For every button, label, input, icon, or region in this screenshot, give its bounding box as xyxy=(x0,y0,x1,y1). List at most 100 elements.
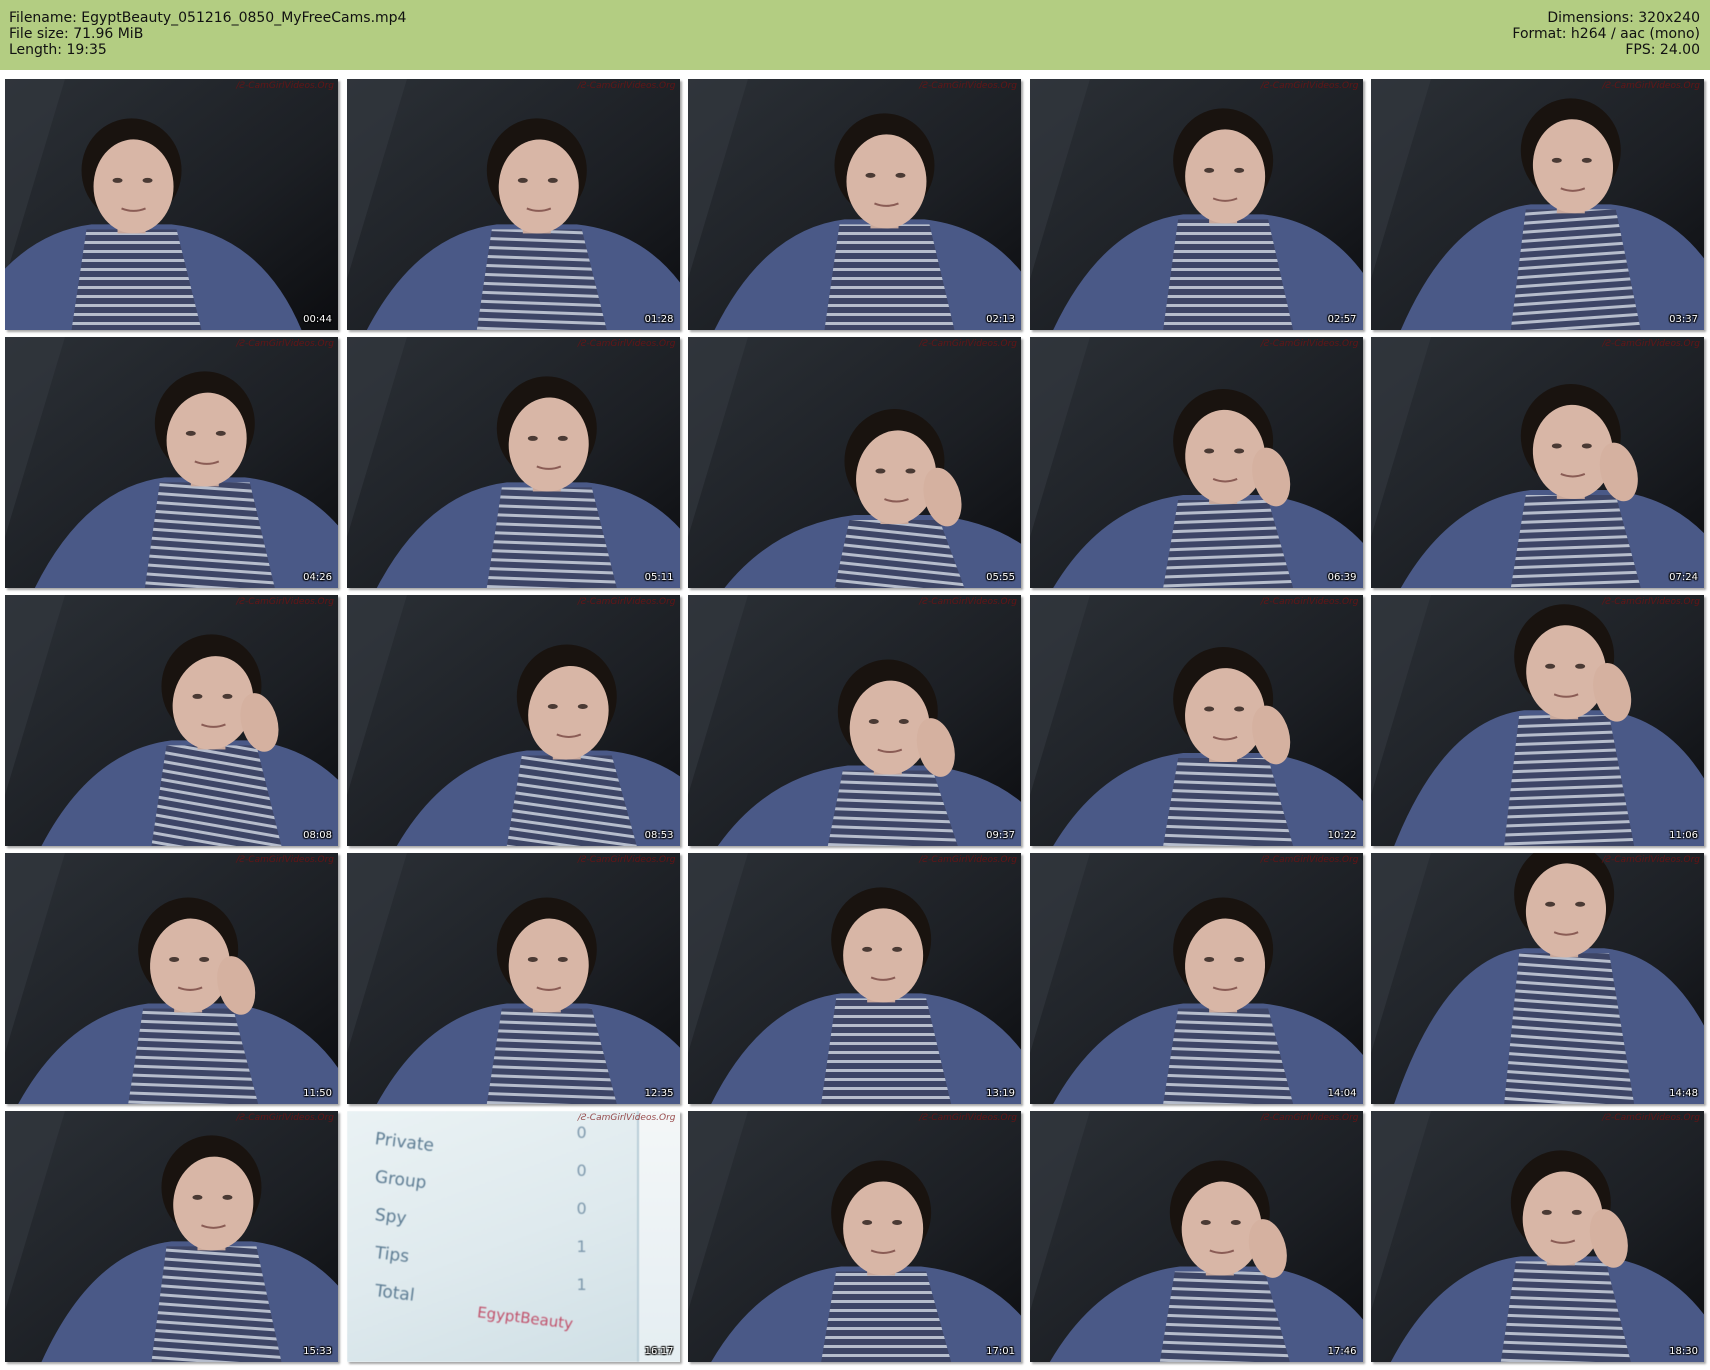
watermark-text: /Ƨ-CamGirlVideos.Org xyxy=(1260,339,1359,349)
timestamp-label: 02:13 xyxy=(986,314,1015,325)
screen-side-panel xyxy=(636,1111,680,1362)
thumbnail-frame[interactable]: /Ƨ-CamGirlVideos.Org 06:39 xyxy=(1029,337,1363,588)
webcam-frame-image xyxy=(1371,853,1704,1104)
timestamp-label: 08:53 xyxy=(644,830,674,841)
webcam-frame-image xyxy=(5,337,338,588)
webcam-frame-image xyxy=(346,853,680,1104)
timestamp-label: 03:37 xyxy=(1669,314,1698,325)
stream-info: Dimensions: 320x240 Format: h264 / aac (… xyxy=(1512,10,1700,58)
watermark-text: /Ƨ-CamGirlVideos.Org xyxy=(1602,855,1700,865)
thumbnail-frame[interactable]: /Ƨ-CamGirlVideos.Org 05:11 xyxy=(346,337,680,588)
webcam-frame-image xyxy=(1371,337,1704,588)
webcam-frame-image xyxy=(688,853,1021,1104)
watermark-text: /Ƨ-CamGirlVideos.Org xyxy=(1602,81,1700,91)
watermark-text: /Ƨ-CamGirlVideos.Org xyxy=(236,81,334,91)
timestamp-label: 08:08 xyxy=(303,830,332,841)
timestamp-label: 18:30 xyxy=(1669,1346,1698,1357)
filesize-text: File size: 71.96 MiB xyxy=(9,26,144,42)
timestamp-label: 09:37 xyxy=(986,830,1015,841)
thumbnail-grid: /Ƨ-CamGirlVideos.Org 00:44/Ƨ-CamGirlVideo… xyxy=(5,79,1705,1364)
timestamp-label: 01:28 xyxy=(644,314,674,325)
thumbnail-frame[interactable]: /Ƨ-CamGirlVideos.Org 08:08 xyxy=(5,595,338,846)
timestamp-label: 12:35 xyxy=(644,1088,674,1099)
watermark-text: /Ƨ-CamGirlVideos.Org xyxy=(236,855,334,865)
timestamp-label: 02:57 xyxy=(1327,314,1357,325)
timestamp-label: 00:44 xyxy=(303,314,332,325)
thumbnail-frame[interactable]: /Ƨ-CamGirlVideos.Org 03:37 xyxy=(1371,79,1704,330)
watermark-text: /Ƨ-CamGirlVideos.Org xyxy=(236,339,334,349)
webcam-frame-image xyxy=(5,79,338,330)
thumbnail-frame[interactable]: /Ƨ-CamGirlVideos.Org 05:55 xyxy=(688,337,1021,588)
thumbnail-frame[interactable]: /Ƨ-CamGirlVideos.Org 12:35 xyxy=(346,853,680,1104)
watermark-text: /Ƨ-CamGirlVideos.Org xyxy=(919,597,1017,607)
webcam-frame-image xyxy=(346,79,680,330)
thumbnail-frame[interactable]: /Ƨ-CamGirlVideos.Org 02:57 xyxy=(1029,79,1363,330)
thumbnail-frame[interactable]: /Ƨ-CamGirlVideos.Org 17:01 xyxy=(688,1111,1021,1362)
screen-row-label: Total xyxy=(373,1281,416,1306)
webcam-frame-image xyxy=(1029,337,1363,588)
screen-row-label: Group xyxy=(373,1167,428,1194)
fps-text: FPS: 24.00 xyxy=(1625,42,1700,58)
screen-row-label: Tips xyxy=(373,1243,410,1268)
webcam-frame-image xyxy=(1029,595,1363,846)
timestamp-label: 15:33 xyxy=(303,1346,332,1357)
watermark-text: /Ƨ-CamGirlVideos.Org xyxy=(1260,855,1359,865)
timestamp-label: 14:48 xyxy=(1669,1088,1698,1099)
timestamp-label: 13:19 xyxy=(986,1088,1015,1099)
webcam-frame-image xyxy=(688,79,1021,330)
length-text: Length: 19:35 xyxy=(9,42,107,58)
thumbnail-frame[interactable]: /Ƨ-CamGirlVideos.Org 07:24 xyxy=(1371,337,1704,588)
watermark-text: /Ƨ-CamGirlVideos.Org xyxy=(1602,597,1700,607)
timestamp-label: 10:22 xyxy=(1327,830,1357,841)
thumbnail-frame[interactable]: /Ƨ-CamGirlVideos.Org 13:19 xyxy=(688,853,1021,1104)
screen-row-count: 1 xyxy=(576,1275,587,1294)
watermark-text: /Ƨ-CamGirlVideos.Org xyxy=(1602,1113,1700,1123)
timestamp-label: 16:17 xyxy=(644,1346,674,1357)
contact-sheet-header: Filename: EgyptBeauty_051216_0850_MyFree… xyxy=(0,0,1710,70)
thumbnail-frame[interactable]: /Ƨ-CamGirlVideos.Org 00:44 xyxy=(5,79,338,330)
thumbnail-frame[interactable]: /Ƨ-CamGirlVideos.Org 17:46 xyxy=(1029,1111,1363,1362)
webcam-frame-image xyxy=(5,1111,338,1362)
screen-row-count: 0 xyxy=(576,1123,587,1142)
thumbnail-frame[interactable]: /Ƨ-CamGirlVideos.Org 14:04 xyxy=(1029,853,1363,1104)
watermark-text: /Ƨ-CamGirlVideos.Org xyxy=(1260,81,1359,91)
thumbnail-frame[interactable]: /Ƨ-CamGirlVideos.Org 02:13 xyxy=(688,79,1021,330)
thumbnail-frame[interactable]: /Ƨ-CamGirlVideos.Org 11:50 xyxy=(5,853,338,1104)
watermark-text: /Ƨ-CamGirlVideos.Org xyxy=(1260,597,1359,607)
watermark-text: /Ƨ-CamGirlVideos.Org xyxy=(577,339,676,349)
timestamp-label: 14:04 xyxy=(1327,1088,1357,1099)
watermark-text: /Ƨ-CamGirlVideos.Org xyxy=(577,597,676,607)
thumbnail-frame[interactable]: /Ƨ-CamGirlVideos.Org 14:48 xyxy=(1371,853,1704,1104)
screen-row-label: Spy xyxy=(373,1205,408,1229)
watermark-text: /Ƨ-CamGirlVideos.Org xyxy=(577,81,676,91)
webcam-frame-image xyxy=(5,853,338,1104)
watermark-text: /Ƨ-CamGirlVideos.Org xyxy=(1602,339,1700,349)
watermark-text: /Ƨ-CamGirlVideos.Org xyxy=(919,339,1017,349)
thumbnail-frame[interactable]: /Ƨ-CamGirlVideos.Org 10:22 xyxy=(1029,595,1363,846)
webcam-frame-image xyxy=(1371,79,1704,330)
thumbnail-frame[interactable]: /Ƨ-CamGirlVideos.Org 09:37 xyxy=(688,595,1021,846)
screen-row-count: 0 xyxy=(576,1199,587,1218)
watermark-text: /Ƨ-CamGirlVideos.Org xyxy=(919,1113,1017,1123)
thumbnail-frame[interactable]: /Ƨ-CamGirlVideos.Org 11:06 xyxy=(1371,595,1704,846)
watermark-text: /Ƨ-CamGirlVideos.Org xyxy=(1260,1113,1359,1123)
watermark-text: /Ƨ-CamGirlVideos.Org xyxy=(577,855,676,865)
thumbnail-frame[interactable]: Private 0 Group 0 Spy 0 Tips 1 Total 1 EgyptBeauty… xyxy=(346,1111,680,1362)
timestamp-label: 11:06 xyxy=(1669,830,1698,841)
dimensions-text: Dimensions: 320x240 xyxy=(1547,10,1700,26)
webcam-frame-image xyxy=(1371,1111,1704,1362)
screen-username: EgyptBeauty xyxy=(475,1303,574,1333)
screen-row-label: Private xyxy=(373,1129,435,1157)
thumbnail-frame[interactable]: /Ƨ-CamGirlVideos.Org 15:33 xyxy=(5,1111,338,1362)
webcam-frame-image xyxy=(1029,1111,1363,1362)
timestamp-label: 06:39 xyxy=(1327,572,1357,583)
thumbnail-frame[interactable]: /Ƨ-CamGirlVideos.Org 01:28 xyxy=(346,79,680,330)
watermark-text: /Ƨ-CamGirlVideos.Org xyxy=(919,81,1017,91)
thumbnail-frame[interactable]: /Ƨ-CamGirlVideos.Org 08:53 xyxy=(346,595,680,846)
thumbnail-frame[interactable]: /Ƨ-CamGirlVideos.Org 04:26 xyxy=(5,337,338,588)
webcam-frame-image xyxy=(346,595,680,846)
timestamp-label: 05:55 xyxy=(986,572,1015,583)
thumbnail-frame[interactable]: /Ƨ-CamGirlVideos.Org 18:30 xyxy=(1371,1111,1704,1362)
file-info: Filename: EgyptBeauty_051216_0850_MyFree… xyxy=(9,10,406,58)
watermark-text: /Ƨ-CamGirlVideos.Org xyxy=(236,597,334,607)
